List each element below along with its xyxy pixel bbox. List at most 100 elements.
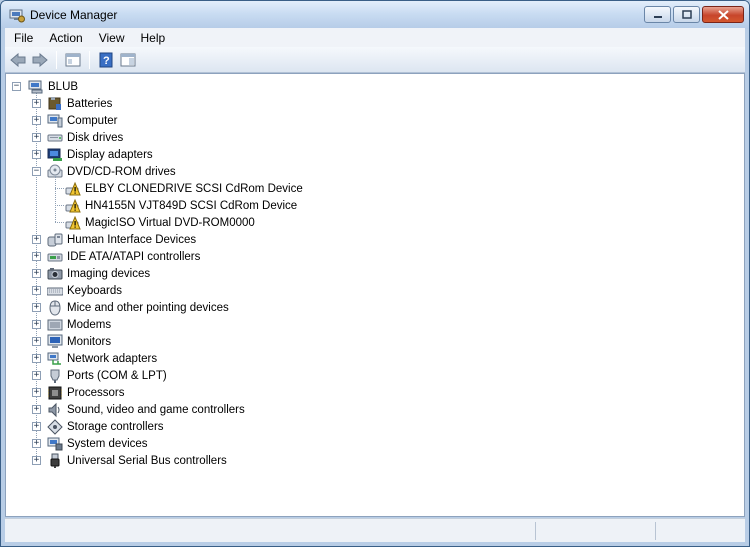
- tree-category[interactable]: + IDE ATA/ATAPI controllers: [6, 248, 744, 265]
- device-tree: − BLUB + Batteries + Computer + Disk drives + Dis…: [6, 78, 744, 469]
- svg-text:?: ?: [103, 55, 110, 67]
- help-icon: ?: [99, 52, 113, 67]
- tree-connector: [55, 188, 64, 189]
- tree-device[interactable]: ELBY CLONEDRIVE SCSI CdRom Device: [6, 180, 744, 197]
- expand-toggle-icon[interactable]: +: [32, 252, 41, 261]
- toolbar: ?: [5, 47, 745, 73]
- tree-item-label: Keyboards: [67, 284, 122, 297]
- dvd-warning-icon: [65, 198, 81, 212]
- minimize-button[interactable]: [644, 6, 671, 23]
- tree-item-label: IDE ATA/ATAPI controllers: [67, 250, 201, 263]
- tree-item-label: Disk drives: [67, 131, 124, 144]
- expand-toggle-icon[interactable]: +: [32, 133, 41, 142]
- properties-icon: [65, 53, 81, 66]
- mouse-icon: [49, 299, 61, 316]
- tree-category[interactable]: + Computer: [6, 112, 744, 129]
- expand-toggle-icon[interactable]: +: [32, 320, 41, 329]
- storage-controller-icon: [47, 418, 63, 435]
- tree-connector: [55, 176, 56, 222]
- menu-file[interactable]: File: [5, 31, 40, 45]
- expand-toggle-icon[interactable]: +: [32, 286, 41, 295]
- expand-toggle-icon[interactable]: +: [32, 456, 41, 465]
- window-title: Device Manager: [30, 8, 118, 22]
- tree-category[interactable]: + Sound, video and game controllers: [6, 401, 744, 418]
- collapse-toggle-icon[interactable]: −: [12, 82, 21, 91]
- expand-toggle-icon[interactable]: +: [32, 388, 41, 397]
- collapse-toggle-icon[interactable]: −: [32, 167, 41, 176]
- tree-item-label: Ports (COM & LPT): [67, 369, 167, 382]
- device-tree-pane[interactable]: − BLUB + Batteries + Computer + Disk drives + Dis…: [5, 73, 745, 517]
- dvd-warning-icon: [65, 181, 81, 195]
- tree-category[interactable]: + Ports (COM & LPT): [6, 367, 744, 384]
- network-adapter-icon: [47, 352, 61, 365]
- help-button[interactable]: ?: [95, 49, 117, 71]
- tree-device[interactable]: HN4155N VJT849D SCSI CdRom Device: [6, 197, 744, 214]
- expand-toggle-icon[interactable]: +: [32, 439, 41, 448]
- menu-action[interactable]: Action: [40, 31, 89, 45]
- tree-item-label: Display adapters: [67, 148, 153, 161]
- disk-drive-icon: [47, 134, 63, 141]
- expand-toggle-icon[interactable]: +: [32, 371, 41, 380]
- forward-button[interactable]: [29, 49, 51, 71]
- toolbar-separator: [56, 50, 57, 69]
- tree-category[interactable]: + Imaging devices: [6, 265, 744, 282]
- imaging-device-icon: [47, 267, 63, 279]
- expand-toggle-icon[interactable]: +: [32, 354, 41, 363]
- tree-category[interactable]: + Keyboards: [6, 282, 744, 299]
- forward-arrow-icon: [32, 52, 48, 67]
- keyboard-icon: [47, 287, 63, 295]
- close-button[interactable]: [702, 6, 744, 23]
- tree-category[interactable]: + Batteries: [6, 95, 744, 112]
- console-tree-icon: [120, 53, 136, 66]
- tree-category[interactable]: − DVD/CD-ROM drives: [6, 163, 744, 180]
- expand-toggle-icon[interactable]: +: [32, 422, 41, 431]
- tree-category[interactable]: + Display adapters: [6, 146, 744, 163]
- tree-root-node[interactable]: − BLUB: [6, 78, 744, 95]
- dvd-warning-icon: [65, 215, 81, 229]
- toolbar-separator: [89, 50, 90, 69]
- sound-icon: [48, 402, 60, 417]
- tree-category[interactable]: + System devices: [6, 435, 744, 452]
- tree-category[interactable]: + Modems: [6, 316, 744, 333]
- computer-icon: [47, 114, 63, 127]
- tree-item-label: Processors: [67, 386, 125, 399]
- console-tree-button[interactable]: [117, 49, 139, 71]
- expand-toggle-icon[interactable]: +: [32, 150, 41, 159]
- tree-category[interactable]: + Storage controllers: [6, 418, 744, 435]
- title-bar[interactable]: Device Manager: [1, 1, 749, 29]
- back-button[interactable]: [7, 49, 29, 71]
- tree-category[interactable]: + Human Interface Devices: [6, 231, 744, 248]
- status-pane: [655, 522, 743, 540]
- expand-toggle-icon[interactable]: +: [32, 116, 41, 125]
- tree-category[interactable]: + Network adapters: [6, 350, 744, 367]
- ide-controller-icon: [47, 253, 63, 261]
- modem-icon: [47, 319, 63, 330]
- expand-toggle-icon[interactable]: +: [32, 405, 41, 414]
- minimize-icon: [653, 15, 662, 18]
- tree-item-label: ELBY CLONEDRIVE SCSI CdRom Device: [85, 182, 303, 195]
- expand-toggle-icon[interactable]: +: [32, 99, 41, 108]
- tree-item-label: Modems: [67, 318, 112, 331]
- tree-category[interactable]: + Processors: [6, 384, 744, 401]
- tree-item-label: Network adapters: [67, 352, 158, 365]
- expand-toggle-icon[interactable]: +: [32, 269, 41, 278]
- menu-help[interactable]: Help: [132, 31, 173, 45]
- tree-category[interactable]: + Mice and other pointing devices: [6, 299, 744, 316]
- tree-category[interactable]: + Universal Serial Bus controllers: [6, 452, 744, 469]
- tree-category[interactable]: + Disk drives: [6, 129, 744, 146]
- menu-view[interactable]: View: [90, 31, 132, 45]
- expand-toggle-icon[interactable]: +: [32, 337, 41, 346]
- tree-item-label: Batteries: [67, 97, 113, 110]
- tree-item-label: HN4155N VJT849D SCSI CdRom Device: [85, 199, 298, 212]
- tree-item-label: Imaging devices: [67, 267, 151, 280]
- menu-bar: File Action View Help: [5, 28, 745, 47]
- status-pane: [535, 522, 655, 540]
- tree-device[interactable]: MagicISO Virtual DVD-ROM0000: [6, 214, 744, 231]
- tree-item-label: MagicISO Virtual DVD-ROM0000: [85, 216, 255, 229]
- expand-toggle-icon[interactable]: +: [32, 303, 41, 312]
- expand-toggle-icon[interactable]: +: [32, 235, 41, 244]
- maximize-button[interactable]: [673, 6, 700, 23]
- tree-category[interactable]: + Monitors: [6, 333, 744, 350]
- tree-item-label: Storage controllers: [67, 420, 164, 433]
- properties-button[interactable]: [62, 49, 84, 71]
